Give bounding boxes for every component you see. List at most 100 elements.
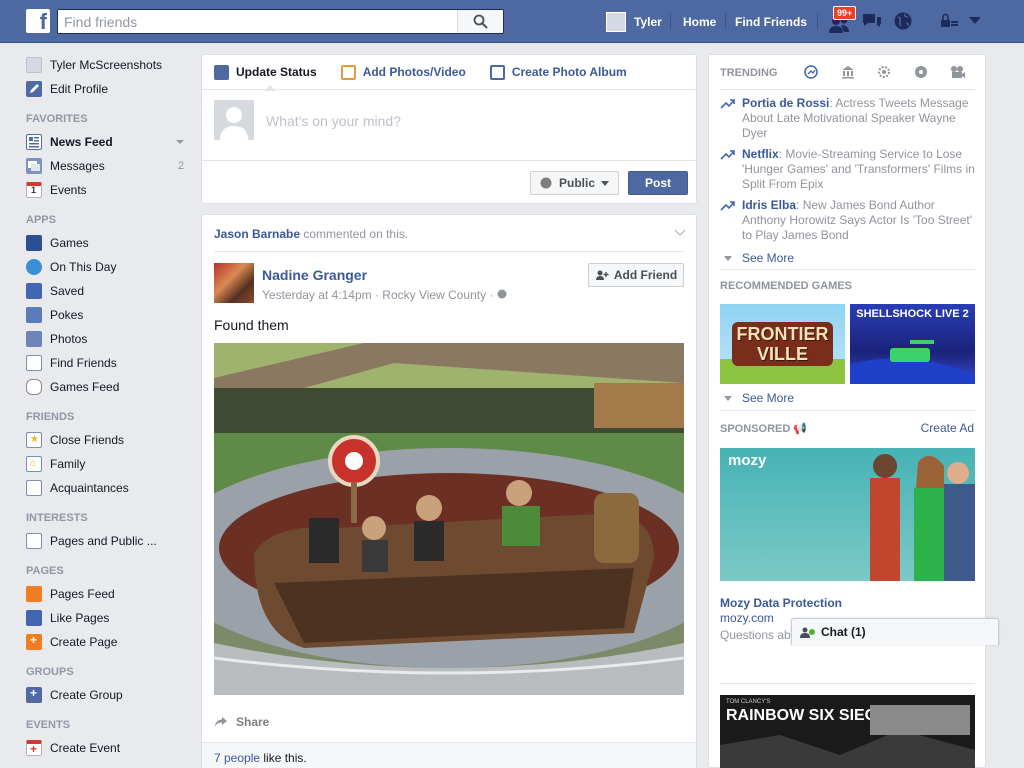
- sidebar-item-label: Pages Feed: [50, 587, 115, 601]
- sidebar-item-label: Games Feed: [50, 380, 120, 394]
- ad-url-link[interactable]: mozy.com: [720, 611, 774, 625]
- chat-label: Chat (1): [821, 625, 866, 639]
- left-sidebar: Tyler McScreenshots Edit Profile FAVORIT…: [26, 53, 196, 760]
- friend-requests-button[interactable]: 99+: [826, 6, 857, 35]
- trending-item[interactable]: Netflix: Movie-Streaming Service to Lose…: [720, 147, 975, 192]
- tab-add-photos-video[interactable]: Add Photos/Video: [340, 64, 466, 80]
- sidebar-item-label: Acquaintances: [50, 481, 129, 495]
- sidebar-item-messages[interactable]: Messages 2: [26, 154, 196, 178]
- chat-tab[interactable]: Chat (1): [791, 618, 999, 645]
- sidebar-item-create-group[interactable]: + Create Group: [26, 683, 196, 707]
- nav-profile-link[interactable]: Tyler: [606, 0, 662, 43]
- privacy-shortcuts-icon[interactable]: [940, 13, 960, 29]
- ad-image-mozy[interactable]: mozy: [720, 448, 975, 581]
- politics-building-icon[interactable]: [841, 65, 855, 79]
- story-timestamp: Yesterday at 4:14pm · Rocky View County …: [262, 288, 507, 302]
- author-name-link[interactable]: Nadine Granger: [262, 267, 367, 283]
- sidebar-item-family[interactable]: ⌂ Family: [26, 452, 196, 476]
- sidebar-item-news-feed[interactable]: News Feed: [26, 130, 196, 154]
- messages-count: 2: [177, 160, 184, 172]
- account-menu-chevron-icon[interactable]: [969, 17, 981, 25]
- sidebar-item-label: Messages: [50, 159, 105, 173]
- sidebar-item-like-pages[interactable]: Like Pages: [26, 606, 196, 630]
- sidebar-item-create-page[interactable]: + Create Page: [26, 630, 196, 654]
- sidebar-item-label: Close Friends: [50, 433, 125, 447]
- entertainment-camera-icon[interactable]: [950, 65, 966, 79]
- search-icon: [473, 14, 488, 29]
- sidebar-item-close-friends[interactable]: ★ Close Friends: [26, 428, 196, 452]
- sidebar-item-games[interactable]: Games: [26, 231, 196, 255]
- story-context: Jason Barnabe commented on this.: [214, 227, 684, 252]
- sidebar-item-on-this-day[interactable]: On This Day: [26, 255, 196, 279]
- messages-icon[interactable]: [861, 12, 883, 32]
- sidebar-item-events[interactable]: 1 Events: [26, 178, 196, 202]
- author-avatar[interactable]: [214, 263, 254, 303]
- share-button[interactable]: Share: [214, 715, 269, 729]
- trending-topic[interactable]: Netflix: [742, 147, 779, 161]
- ad-title-link[interactable]: Mozy Data Protection: [720, 596, 842, 610]
- sidebar-item-label: Photos: [50, 332, 88, 346]
- nav-find-friends-link[interactable]: Find Friends: [735, 0, 807, 43]
- likers-link[interactable]: 7 people: [214, 751, 260, 765]
- avatar: [606, 11, 626, 32]
- sidebar-item-create-event[interactable]: + Create Event: [26, 736, 196, 760]
- sidebar-item-profile[interactable]: Tyler McScreenshots: [26, 53, 196, 77]
- facebook-logo[interactable]: f: [26, 9, 50, 34]
- section-header-pages: PAGES: [26, 565, 64, 577]
- search-button[interactable]: [457, 10, 503, 33]
- online-status-icon: [809, 629, 815, 635]
- sidebar-item-label: Like Pages: [50, 611, 110, 625]
- trending-see-more-link[interactable]: See More: [724, 251, 794, 265]
- games-see-more-link[interactable]: See More: [724, 391, 794, 405]
- post-button[interactable]: Post: [628, 171, 688, 195]
- sidebar-item-photos[interactable]: Photos: [26, 327, 196, 351]
- sidebar-item-pages-feed[interactable]: Pages Feed: [26, 582, 196, 606]
- feed-story: Jason Barnabe commented on this. Nadine …: [201, 214, 697, 768]
- sidebar-item-acquaintances[interactable]: Acquaintances: [26, 476, 196, 500]
- sidebar-item-label: Pokes: [50, 308, 84, 322]
- create-ad-link[interactable]: Create Ad: [921, 421, 974, 435]
- search-input[interactable]: [58, 10, 458, 33]
- context-actor-link[interactable]: Jason Barnabe: [214, 227, 300, 241]
- nav-divider: [725, 13, 726, 30]
- nav-home-link[interactable]: Home: [683, 0, 716, 43]
- chevron-down-icon[interactable]: [674, 229, 686, 237]
- sports-ball-icon[interactable]: [914, 65, 928, 79]
- sidebar-item-games-feed[interactable]: Games Feed: [26, 375, 196, 399]
- trending-topic[interactable]: Portia de Rossi: [742, 96, 829, 110]
- add-friend-button[interactable]: Add Friend: [588, 263, 684, 287]
- sidebar-item-pokes[interactable]: Pokes: [26, 303, 196, 327]
- notifications-globe-icon[interactable]: [893, 11, 913, 31]
- sidebar-item-label: Games: [50, 236, 89, 250]
- sidebar-item-label: Create Page: [50, 635, 118, 649]
- tab-label: Update Status: [236, 65, 317, 79]
- game-controller-icon: [26, 379, 42, 395]
- ad-image-rainbow-six-siege[interactable]: TOM CLANCY'S RAINBOW SIX SIEGE: [720, 695, 975, 768]
- divider: [720, 683, 975, 684]
- avatar: [26, 57, 42, 73]
- recommended-games-header: RECOMMENDED GAMES: [720, 280, 853, 292]
- post-photo[interactable]: [214, 343, 684, 695]
- trending-item[interactable]: Idris Elba: New James Bond Author Anthon…: [720, 198, 975, 243]
- flag-icon: [26, 586, 42, 602]
- sidebar-item-saved[interactable]: Saved: [26, 279, 196, 303]
- trending-arrow-icon[interactable]: [804, 65, 818, 79]
- game-tile-frontierville[interactable]: FRONTIER VILLE: [720, 304, 845, 384]
- section-header-friends: FRIENDS: [26, 411, 75, 423]
- trending-item[interactable]: Portia de Rossi: Actress Tweets Message …: [720, 96, 975, 141]
- search-box: [57, 9, 504, 34]
- tab-create-photo-album[interactable]: Create Photo Album: [489, 64, 627, 80]
- science-gear-icon[interactable]: [877, 65, 891, 79]
- sidebar-item-edit-profile[interactable]: Edit Profile: [26, 77, 196, 101]
- trending-topic[interactable]: Idris Elba: [742, 198, 796, 212]
- audience-label: Public: [558, 176, 595, 190]
- sidebar-item-find-friends[interactable]: Find Friends: [26, 351, 196, 375]
- sidebar-item-pages-and-public[interactable]: Pages and Public ...: [26, 529, 196, 553]
- tab-update-status[interactable]: Update Status: [214, 64, 317, 91]
- game-tile-shellshock-live-2[interactable]: SHELLSHOCK LIVE 2: [850, 304, 975, 384]
- see-more-label: See More: [742, 391, 795, 405]
- status-input[interactable]: What's on your mind?: [266, 113, 401, 129]
- divider: [720, 89, 975, 90]
- options-chevron-icon[interactable]: [176, 140, 184, 144]
- audience-selector-button[interactable]: Public: [530, 171, 619, 195]
